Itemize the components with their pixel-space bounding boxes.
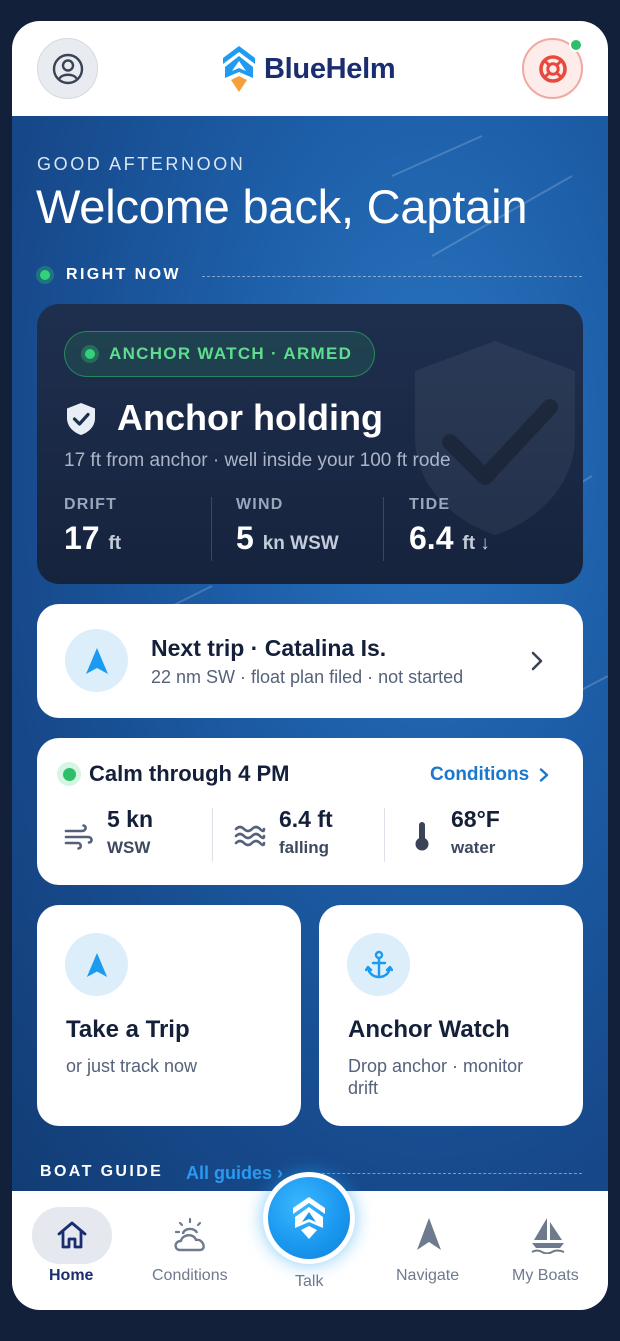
waves-icon [234,825,266,847]
trip-icon-circle [65,933,128,996]
anchor-watch-title: Anchor Watch [348,1016,510,1043]
tab-home[interactable]: Home [12,1191,132,1310]
tide-height: 6.4 ft [279,806,333,832]
anchor-status-card[interactable]: ANCHOR WATCH · ARMED Anchor holding 17 f… [37,304,583,584]
water-temp-condition: 68°F water [451,806,500,858]
chevron-right-icon [540,768,549,782]
chevron-right-icon [531,651,543,671]
online-indicator [569,38,583,52]
section-divider [312,1173,582,1174]
tab-conditions[interactable]: Conditions [132,1191,250,1310]
take-a-trip-title: Take a Trip [66,1016,190,1043]
wind-unit: kn WSW [262,533,339,554]
water-temp-label: water [451,838,496,857]
conditions-title: Calm through 4 PM [89,761,290,786]
bluehelm-logo-icon [223,46,255,92]
next-trip-subtitle: 22 nm SW · float plan filed · not starte… [151,667,464,687]
stat-divider [211,497,212,561]
calm-status-dot [57,762,81,786]
profile-button[interactable] [37,38,98,99]
app-header: BlueHelm [12,21,608,116]
boat-guide-label: BOAT GUIDE [40,1163,164,1180]
navigation-arrow-icon [85,647,108,674]
stat-divider [383,497,384,561]
lifebuoy-icon [538,54,567,83]
tide-label: TIDE [409,496,451,513]
wind-speed: 5 kn [107,806,154,832]
take-a-trip-card[interactable]: Take a Trip or just track now [37,905,301,1126]
navigation-arrow-icon [417,1218,441,1250]
tab-my-boats-label: My Boats [512,1267,579,1284]
talk-button[interactable] [263,1172,355,1264]
tide-condition: 6.4 ft falling [279,806,333,858]
talk-button-inner [268,1177,350,1259]
trip-icon-circle [65,629,128,692]
live-status-dot [36,266,54,284]
all-guides-link[interactable]: All guides › [186,1163,283,1184]
wind-label: WIND [236,496,284,513]
drift-label: DRIFT [64,496,118,513]
user-circle-icon [52,53,83,84]
tab-navigate-label: Navigate [396,1267,460,1284]
sailboat-icon [531,1218,565,1254]
anchor-watch-badge-label: ANCHOR WATCH · ARMED [109,344,353,363]
next-trip-title: Next trip · Catalina Is. [151,635,387,661]
right-now-header: RIGHT NOW [36,265,181,285]
next-trip-card[interactable]: Next trip · Catalina Is. 22 nm SW · floa… [37,604,583,718]
condition-divider [212,808,213,862]
tab-talk-label: Talk [295,1273,324,1290]
wind-icon [64,824,93,850]
tab-conditions-label: Conditions [152,1267,228,1284]
condition-divider [384,808,385,862]
anchor-watch-badge: ANCHOR WATCH · ARMED [64,331,376,377]
anchor-icon-circle [347,933,410,996]
home-icon [57,1221,87,1249]
welcome-title: Welcome back, Captain [36,180,528,233]
wind-value: 5 [236,520,254,556]
anchor-status-title: Anchor holding [117,397,383,438]
drift-value: 17 [64,520,100,556]
tide-trend: falling [279,838,330,857]
tab-home-label: Home [49,1267,94,1284]
wind-stat: WIND 5 kn WSW [236,496,339,557]
tide-value: 6.4 [409,520,454,556]
phone-screen: BlueHelm GOOD AFTERNOON Welcome back, Ca… [12,21,608,1310]
app-logo: BlueHelm [220,44,396,94]
anchor-watch-card[interactable]: Anchor Watch Drop anchor · monitor drift [319,905,583,1126]
wind-condition: 5 kn WSW [107,806,153,858]
app-name: BlueHelm [264,52,396,85]
thermometer-icon [415,822,429,851]
armed-status-dot [81,345,99,363]
tab-navigate[interactable]: Navigate [370,1191,488,1310]
anchor-icon [364,950,393,978]
shield-check-icon [67,403,95,435]
conditions-link-label: Conditions [430,764,530,785]
anchor-watch-subtitle: Drop anchor · monitor drift [348,1056,524,1098]
greeting-eyebrow: GOOD AFTERNOON [37,154,246,174]
conditions-card[interactable]: Calm through 4 PM Conditions 5 kn WSW 6.… [37,738,583,885]
bluehelm-logo-icon [293,1197,325,1239]
tab-my-boats[interactable]: My Boats [488,1191,608,1310]
drift-unit: ft [108,533,122,554]
navigation-arrow-icon [86,952,107,977]
take-a-trip-subtitle: or just track now [66,1056,198,1076]
conditions-link[interactable]: Conditions [430,764,549,786]
wind-direction: WSW [107,838,151,857]
anchor-status-subtitle: 17 ft from anchor · well inside your 100… [64,450,451,471]
tide-unit: ft ↓ [462,533,490,554]
section-divider [202,276,582,277]
water-temperature: 68°F [451,806,500,832]
right-now-label: RIGHT NOW [66,266,181,283]
weather-icon [174,1217,205,1252]
drift-stat: DRIFT 17 ft [64,496,121,557]
tide-stat: TIDE 6.4 ft ↓ [409,496,490,557]
